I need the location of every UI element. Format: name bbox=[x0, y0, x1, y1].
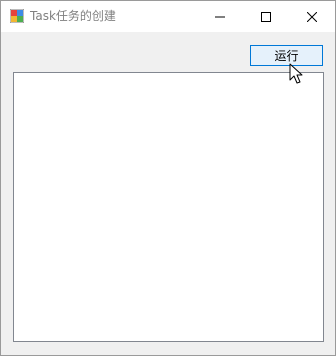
mouse-cursor-icon bbox=[289, 63, 303, 84]
app-icon bbox=[10, 9, 24, 23]
title-bar[interactable]: Task任务的创建 bbox=[1, 1, 335, 32]
window-title: Task任务的创建 bbox=[30, 9, 116, 23]
app-window: Task任务的创建 运行 bbox=[0, 0, 336, 356]
minimize-icon bbox=[215, 16, 225, 17]
maximize-icon bbox=[261, 11, 271, 22]
close-icon bbox=[307, 11, 317, 22]
close-button[interactable] bbox=[289, 1, 335, 32]
output-listbox[interactable] bbox=[13, 72, 324, 342]
maximize-button[interactable] bbox=[243, 1, 289, 32]
run-button[interactable]: 运行 bbox=[250, 45, 323, 66]
minimize-button[interactable] bbox=[197, 1, 243, 32]
